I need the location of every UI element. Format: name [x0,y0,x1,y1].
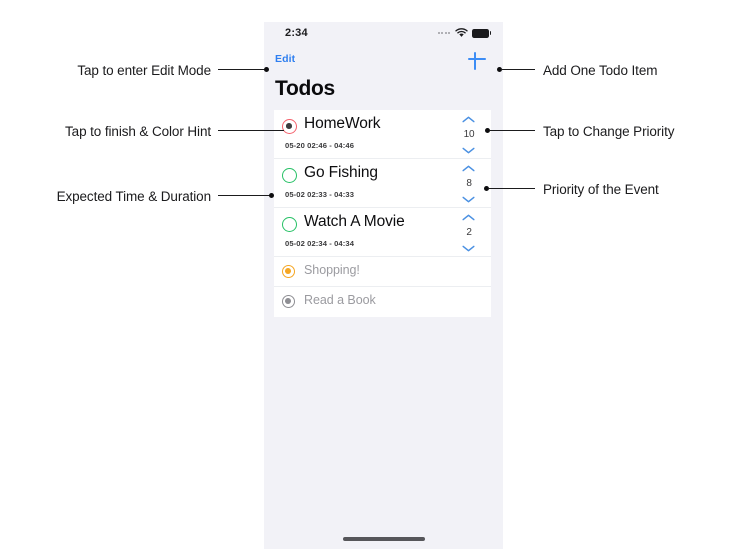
annotation-add-todo: Add One Todo Item [543,63,658,78]
leader-line [488,188,535,189]
leader-dot [269,193,274,198]
wifi-icon [455,28,468,37]
chevron-up-icon[interactable] [462,165,475,172]
leader-dot [264,67,269,72]
annotated-screenshot: ' ' ' ' ' ' 2:34 Edit [0,0,750,549]
todo-list: HomeWork 05-20 02:46 - 04:46 10 Go Fishi… [274,110,491,317]
priority-stepper[interactable]: 2 [458,214,480,252]
todo-schedule: 05-20 02:46 - 04:46 [285,141,355,150]
priority-value: 2 [466,227,472,238]
leader-line [489,130,535,131]
status-circle-icon[interactable] [282,217,297,232]
chevron-down-icon[interactable] [462,196,475,203]
status-bar-time: 2:34 [285,27,308,39]
annotation-expected-time: Expected Time & Duration [56,189,212,204]
annotation-priority-value: Priority of the Event [543,182,659,197]
todo-schedule: 05-02 02:33 - 04:33 [285,190,355,199]
home-indicator [342,537,425,541]
todo-schedule: 05-02 02:34 - 04:34 [285,239,355,248]
phone-frame: 2:34 Edit Todos HomeWork 05-20 02:46 - 0… [264,22,503,549]
table-row[interactable]: Read a Book [274,287,491,317]
chevron-down-icon[interactable] [462,245,475,252]
leader-line [218,195,271,196]
annotation-tap-to-finish: Tap to finish & Color Hint [65,124,211,139]
table-row[interactable]: Shopping! [274,257,491,287]
chevron-down-icon[interactable] [462,147,475,154]
leader-line [501,69,535,70]
battery-icon [472,28,492,38]
annotation-change-priority: Tap to Change Priority [543,124,675,139]
navigation-bar: Edit [264,48,503,74]
todo-title: Watch A Movie [304,213,405,230]
status-circle-icon[interactable] [282,119,297,134]
chevron-up-icon[interactable] [462,214,475,221]
status-circle-icon[interactable] [282,295,295,308]
table-row[interactable]: Watch A Movie 05-02 02:34 - 04:34 2 [274,208,491,257]
table-row[interactable]: Go Fishing 05-02 02:33 - 04:33 8 [274,159,491,208]
status-circle-icon[interactable] [282,168,297,183]
status-bar: 2:34 [264,22,503,48]
priority-value: 8 [466,178,472,189]
priority-stepper[interactable]: 10 [458,116,480,154]
todo-title: HomeWork [304,115,381,132]
cut-off-caption-above: ' ' ' ' ' ' [0,0,750,7]
table-row[interactable]: HomeWork 05-20 02:46 - 04:46 10 [274,110,491,159]
todo-title: Shopping! [304,263,360,277]
signal-dots-icon [437,32,450,34]
plus-icon[interactable] [466,48,488,70]
todo-title: Read a Book [304,293,376,307]
leader-line [218,69,266,70]
chevron-up-icon[interactable] [462,116,475,123]
page-title: Todos [275,77,335,100]
todo-title: Go Fishing [304,164,378,181]
priority-stepper[interactable]: 8 [458,165,480,203]
annotation-edit-mode: Tap to enter Edit Mode [77,63,211,78]
status-bar-indicators [437,28,492,38]
status-circle-icon[interactable] [282,265,295,278]
priority-value: 10 [463,129,475,140]
leader-line [218,130,284,131]
edit-button[interactable]: Edit [275,53,295,65]
